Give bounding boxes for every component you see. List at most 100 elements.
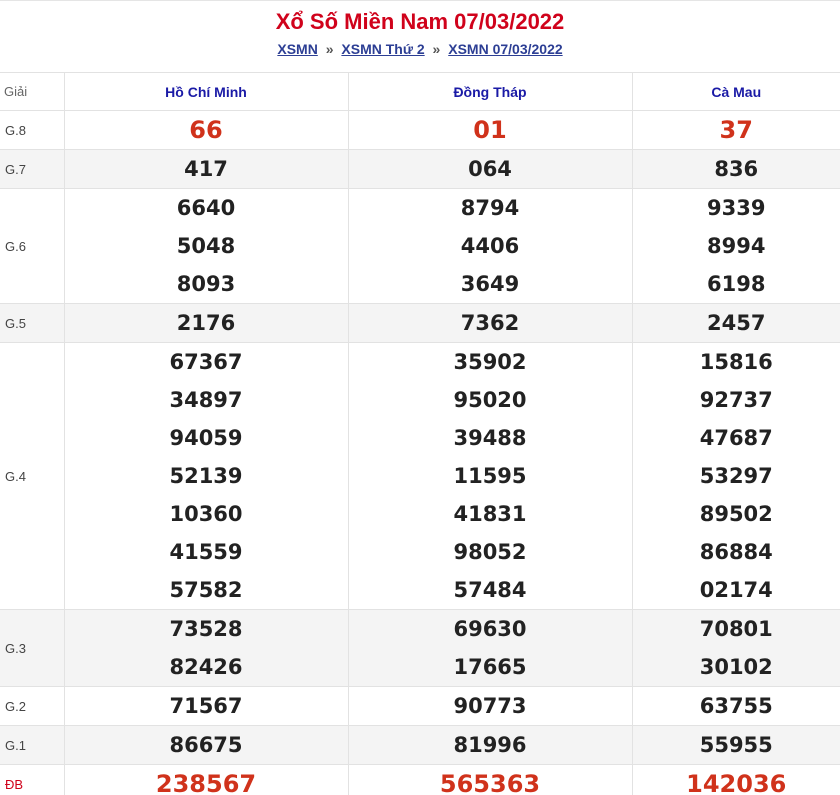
- province-header-dong-thap: Đồng Tháp: [347, 72, 633, 111]
- result-number: 5048: [176, 234, 236, 258]
- result-cell: 69630 17665: [347, 609, 633, 687]
- result-number: 41559: [169, 540, 243, 564]
- province-header-ho-chi-minh: Hồ Chí Minh: [63, 72, 349, 111]
- results-body: G.8 66 01 37 G.7 417 064 836 G.6 6640 5048 8093 8794…: [0, 110, 840, 795]
- breadcrumb-separator: »: [432, 41, 441, 57]
- result-number: 39488: [453, 426, 527, 450]
- prize-row: G.5 2176 7362 2457: [0, 303, 840, 343]
- result-cell: 71567: [63, 686, 349, 726]
- result-cell: 565363: [347, 764, 633, 795]
- prize-row: G.1 86675 81996 55955: [0, 725, 840, 765]
- breadcrumb: XSMN » XSMN Thứ 2 » XSMN 07/03/2022: [0, 39, 840, 59]
- result-number: 86884: [699, 540, 773, 564]
- result-cell: 064: [347, 149, 633, 189]
- result-number: 8794: [460, 196, 520, 220]
- result-number: 90773: [453, 694, 527, 718]
- result-number: 92737: [699, 388, 773, 412]
- breadcrumb-link-xsmn-date[interactable]: XSMN 07/03/2022: [448, 41, 562, 57]
- result-number: 238567: [155, 770, 257, 795]
- result-number: 67367: [169, 350, 243, 374]
- result-cell: 81996: [347, 725, 633, 765]
- result-number: 8093: [176, 272, 236, 296]
- result-cell: 8794 4406 3649: [347, 188, 633, 304]
- result-cell: 836: [631, 149, 840, 189]
- prize-label: G.6: [0, 188, 65, 304]
- result-number: 4406: [460, 234, 520, 258]
- result-cell: 35902 95020 39488 11595 41831 98052 57484: [347, 342, 633, 610]
- prize-label: G.3: [0, 609, 65, 687]
- page-title: Xổ Số Miền Nam 07/03/2022: [275, 9, 565, 34]
- prize-row: G.2 71567 90773 63755: [0, 686, 840, 726]
- prize-row: G.8 66 01 37: [0, 110, 840, 150]
- breadcrumb-link-xsmn[interactable]: XSMN: [277, 41, 317, 57]
- result-number: 73528: [169, 617, 243, 641]
- result-number: 3649: [460, 272, 520, 296]
- result-number: 836: [714, 157, 759, 181]
- result-cell: 86675: [63, 725, 349, 765]
- result-number: 064: [468, 157, 512, 181]
- prize-row: G.7 417 064 836: [0, 149, 840, 189]
- result-number: 11595: [453, 464, 527, 488]
- result-number: 53297: [699, 464, 773, 488]
- result-number: 86675: [169, 733, 243, 757]
- result-cell: 417: [63, 149, 349, 189]
- result-cell: 15816 92737 47687 53297 89502 86884 02174: [631, 342, 840, 610]
- result-number: 63755: [699, 694, 773, 718]
- result-cell: 01: [347, 110, 633, 150]
- prize-label: G.5: [0, 303, 65, 343]
- prize-label: ĐB: [0, 764, 65, 795]
- prize-label: G.4: [0, 342, 65, 610]
- result-number: 52139: [169, 464, 243, 488]
- prize-label: G.8: [0, 110, 65, 150]
- result-cell: 6640 5048 8093: [63, 188, 349, 304]
- result-number: 8994: [707, 234, 766, 258]
- result-number: 81996: [453, 733, 527, 757]
- result-cell: 67367 34897 94059 52139 10360 41559 57582: [63, 342, 349, 610]
- result-cell: 90773: [347, 686, 633, 726]
- result-cell: 238567: [63, 764, 349, 795]
- result-number: 01: [473, 116, 507, 144]
- prize-label: G.7: [0, 149, 65, 189]
- prize-label: G.1: [0, 725, 65, 765]
- result-number: 17665: [453, 655, 527, 679]
- result-cell: 63755: [631, 686, 840, 726]
- prize-label: G.2: [0, 686, 65, 726]
- results-table: Giải Hồ Chí Minh Đồng Tháp Cà Mau G.8 66 0…: [0, 72, 840, 795]
- result-number: 30102: [699, 655, 773, 679]
- result-number: 69630: [453, 617, 527, 641]
- result-cell: 66: [63, 110, 349, 150]
- result-number: 55955: [699, 733, 773, 757]
- breadcrumb-link-xsmn-thu-2[interactable]: XSMN Thứ 2: [341, 41, 424, 57]
- result-number: 82426: [169, 655, 243, 679]
- table-header-row: Giải Hồ Chí Minh Đồng Tháp Cà Mau: [0, 72, 840, 111]
- result-number: 02174: [699, 578, 773, 602]
- result-number: 34897: [169, 388, 243, 412]
- result-number: 142036: [686, 770, 787, 795]
- prize-row: ĐB 238567 565363 142036: [0, 764, 840, 795]
- result-number: 37: [719, 116, 753, 144]
- result-number: 57582: [169, 578, 243, 602]
- result-number: 94059: [169, 426, 243, 450]
- result-cell: 73528 82426: [63, 609, 349, 687]
- result-number: 15816: [699, 350, 773, 374]
- breadcrumb-separator: »: [325, 41, 334, 57]
- result-cell: 55955: [631, 725, 840, 765]
- prize-column-header: Giải: [0, 72, 65, 111]
- result-number: 10360: [169, 502, 243, 526]
- result-number: 7362: [460, 311, 520, 335]
- result-cell: 70801 30102: [631, 609, 840, 687]
- province-header-ca-mau: Cà Mau: [631, 72, 840, 111]
- result-number: 57484: [453, 578, 527, 602]
- result-number: 95020: [453, 388, 527, 412]
- result-number: 66: [189, 116, 223, 144]
- prize-row: G.4 67367 34897 94059 52139 10360 41559 57582 35…: [0, 342, 840, 610]
- result-cell: 9339 8994 6198: [631, 188, 840, 304]
- result-number: 71567: [169, 694, 243, 718]
- result-number: 6640: [176, 196, 236, 220]
- prize-row: G.6 6640 5048 8093 8794 4406 3649 9339 8994 6198: [0, 188, 840, 304]
- result-cell: 2457: [631, 303, 840, 343]
- prize-row: G.3 73528 82426 69630 17665 70801 30102: [0, 609, 840, 687]
- result-number: 35902: [453, 350, 527, 374]
- page-header: Xổ Số Miền Nam 07/03/2022 XSMN » XSMN Th…: [0, 0, 840, 72]
- result-number: 89502: [699, 502, 773, 526]
